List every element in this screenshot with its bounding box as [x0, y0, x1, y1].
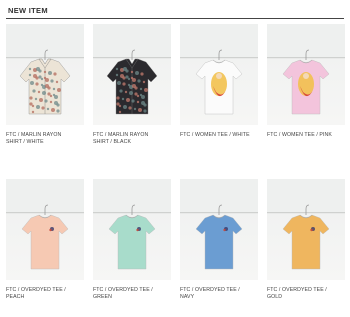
- tee-photo: [282, 49, 330, 115]
- section-header: NEW ITEM: [6, 4, 344, 19]
- tee-photo: [195, 204, 243, 270]
- product-card[interactable]: FTC / WOMEN TEE / WHITE: [180, 24, 258, 139]
- shirt-photo: [19, 49, 71, 115]
- product-image[interactable]: [93, 24, 171, 125]
- tee-photo: [21, 204, 69, 270]
- product-card[interactable]: FTC / OVERDYED TEE / PEACH: [6, 179, 84, 301]
- product-image[interactable]: [6, 179, 84, 280]
- tee-body: [21, 214, 69, 270]
- product-card[interactable]: FTC / MARLIN RAYON SHIRT / BLACK: [93, 24, 171, 146]
- tee-body: [108, 214, 156, 270]
- product-card[interactable]: FTC / MARLIN RAYON SHIRT / WHITE: [6, 24, 84, 146]
- product-card[interactable]: FTC / OVERDYED TEE / NAVY: [180, 179, 258, 301]
- product-card[interactable]: FTC / OVERDYED TEE / GREEN: [93, 179, 171, 301]
- shirt-photo: [106, 49, 158, 115]
- product-image[interactable]: [267, 24, 345, 125]
- product-name[interactable]: FTC / OVERDYED TEE / PEACH: [6, 287, 84, 301]
- tee-body: [282, 214, 330, 270]
- tee-body: [195, 214, 243, 270]
- product-card[interactable]: FTC / OVERDYED TEE / GOLD: [267, 179, 345, 301]
- product-name[interactable]: FTC / OVERDYED TEE / GREEN: [93, 287, 171, 301]
- product-image[interactable]: [180, 24, 258, 125]
- product-name[interactable]: FTC / WOMEN TEE / WHITE: [180, 132, 258, 139]
- product-image[interactable]: [267, 179, 345, 280]
- product-name[interactable]: FTC / MARLIN RAYON SHIRT / BLACK: [93, 132, 171, 146]
- product-name[interactable]: FTC / MARLIN RAYON SHIRT / WHITE: [6, 132, 84, 146]
- tee-photo: [195, 49, 243, 115]
- product-image[interactable]: [6, 24, 84, 125]
- product-image[interactable]: [180, 179, 258, 280]
- product-name[interactable]: FTC / WOMEN TEE / PINK: [267, 132, 345, 139]
- tee-photo: [282, 204, 330, 270]
- section-title: NEW ITEM: [8, 6, 48, 15]
- product-image[interactable]: [93, 179, 171, 280]
- tee-photo: [108, 204, 156, 270]
- product-name[interactable]: FTC / OVERDYED TEE / GOLD: [267, 287, 345, 301]
- product-card[interactable]: FTC / WOMEN TEE / PINK: [267, 24, 345, 139]
- product-name[interactable]: FTC / OVERDYED TEE / NAVY: [180, 287, 258, 301]
